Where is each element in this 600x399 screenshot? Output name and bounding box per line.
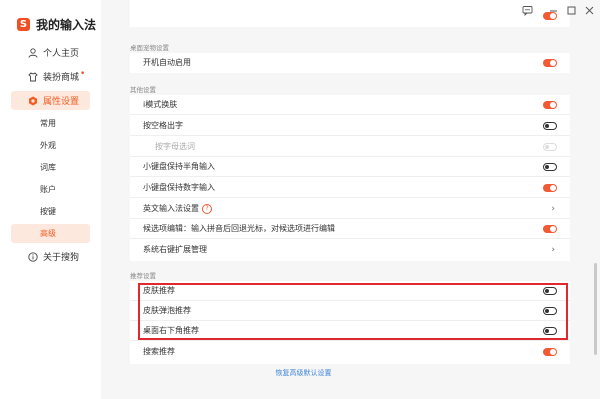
row-context-menu-ext[interactable]: 系统右键扩展管理 ›: [130, 240, 570, 260]
help-icon[interactable]: ?: [202, 203, 212, 214]
row-numpad-digits[interactable]: 小键盘保持数字输入: [130, 178, 570, 198]
row-numpad-halfwidth[interactable]: 小键盘保持半角输入: [130, 157, 570, 177]
subitem-keys[interactable]: 按键: [11, 202, 90, 221]
chevron-right-icon: ›: [551, 204, 555, 214]
notification-dot: •: [80, 68, 86, 79]
sidebar-item-settings[interactable]: 属性设置: [11, 91, 90, 110]
row-space-commit[interactable]: 按空格出字: [130, 116, 570, 136]
toggle-switch[interactable]: [543, 184, 557, 192]
app-title-text: 我的输入法: [36, 18, 97, 32]
sidebar: S 我的输入法 个人主页 装扮商城 • 属性设置 常用 外观 词库 账户 按键 …: [0, 0, 102, 399]
toggle-switch-disabled: [543, 143, 557, 151]
subitem-appearance[interactable]: 外观: [11, 136, 90, 155]
toggle-switch[interactable]: [543, 348, 557, 356]
row-search-recommend[interactable]: 搜索推荐: [130, 342, 570, 362]
info-icon: [28, 251, 38, 262]
row-autostart[interactable]: 开机自动启用: [130, 53, 570, 73]
highlight-box: [138, 283, 568, 340]
toggle-switch[interactable]: [543, 101, 557, 109]
row-candidate-edit[interactable]: 候选项编辑：输入拼音后回退光标，对候选项进行编辑: [130, 219, 570, 239]
toggle-switch[interactable]: [543, 225, 557, 233]
subitem-dictionary[interactable]: 词库: [11, 158, 90, 177]
section-label-recommend: 推荐设置: [130, 272, 156, 280]
row-i-mode-skin[interactable]: i模式换肤: [130, 95, 570, 115]
scrollbar[interactable]: [594, 263, 597, 355]
sidebar-item-shop[interactable]: 装扮商城 •: [11, 67, 90, 86]
subitem-advanced[interactable]: 高级: [11, 224, 90, 243]
hexagon-settings-icon: [29, 96, 37, 105]
card-other: i模式换肤 按空格出字 按字母选词 小键盘保持半角输入 小键盘保持数字输入 英文…: [130, 95, 570, 261]
row-letter-select: 按字母选词: [130, 137, 570, 157]
chevron-right-icon: ›: [551, 245, 555, 255]
sogou-logo-icon: S: [17, 18, 30, 31]
shirt-icon: [28, 71, 38, 81]
subitem-common[interactable]: 常用: [11, 114, 90, 133]
close-icon[interactable]: [584, 5, 595, 16]
toggle-switch[interactable]: [543, 163, 557, 171]
section-label-desktop: 桌面宠物设置: [130, 44, 169, 52]
scrolled-card: [130, 0, 570, 27]
section-label-other: 其他设置: [130, 86, 156, 94]
maximize-icon[interactable]: [566, 5, 577, 16]
subitem-account[interactable]: 账户: [11, 180, 90, 199]
toggle-switch[interactable]: [543, 122, 557, 130]
reset-advanced-defaults-link[interactable]: 恢复高级默认设置: [54, 368, 553, 378]
minimize-icon[interactable]: [548, 5, 559, 16]
sidebar-item-about[interactable]: 关于搜狗: [11, 247, 90, 266]
sidebar-item-profile[interactable]: 个人主页: [11, 43, 90, 62]
person-icon: [28, 47, 38, 58]
chat-icon[interactable]: [522, 5, 533, 16]
row-english-ime-settings[interactable]: 英文输入法设置? ›: [130, 199, 570, 219]
app-title: S 我的输入法: [17, 16, 96, 33]
toggle-switch[interactable]: [543, 59, 557, 67]
card-desktop: 开机自动启用: [130, 53, 570, 73]
